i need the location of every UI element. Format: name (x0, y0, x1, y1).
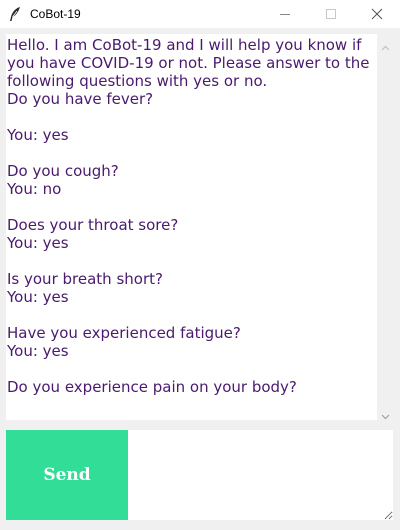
maximize-button[interactable] (308, 0, 354, 28)
scroll-up-icon[interactable] (381, 38, 390, 51)
maximize-icon (326, 9, 336, 19)
chat-transcript: Hello. I am CoBot-19 and I will help you… (7, 36, 370, 396)
scroll-down-icon[interactable] (381, 406, 390, 420)
send-button[interactable]: Send (6, 430, 128, 520)
feather-icon (8, 6, 22, 22)
close-icon (371, 8, 383, 20)
window-title: CoBot-19 (30, 7, 81, 21)
title-bar: CoBot-19 (0, 0, 400, 28)
minimize-icon (280, 14, 290, 15)
message-input[interactable] (128, 430, 393, 520)
chat-log[interactable]: Hello. I am CoBot-19 and I will help you… (6, 34, 377, 420)
chat-scrollbar[interactable] (377, 34, 394, 420)
close-button[interactable] (354, 0, 400, 28)
minimize-button[interactable] (262, 0, 308, 28)
